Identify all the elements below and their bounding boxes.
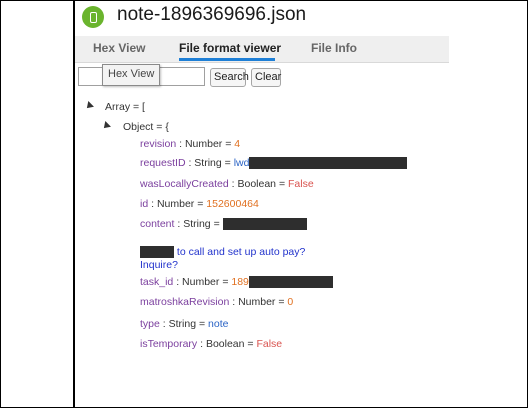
- tab-file-info[interactable]: File Info: [311, 41, 357, 55]
- field-type: type : String = note: [140, 318, 229, 330]
- content-line-1: to call and set up auto pay?: [140, 246, 305, 259]
- field-waslocallycreated: wasLocallyCreated : Boolean = False: [140, 178, 314, 190]
- field-content: content : String =: [140, 218, 307, 231]
- array-node: Array = [: [105, 101, 145, 113]
- redaction-block: [248, 276, 333, 289]
- search-button[interactable]: Search: [210, 68, 249, 87]
- window-title: note-1896369696.json: [117, 4, 307, 25]
- redaction-block: [222, 218, 307, 231]
- content-line-2: Inquire?: [140, 259, 178, 271]
- field-task-id: task_id : Number = 189: [140, 276, 333, 289]
- field-istemporary: isTemporary : Boolean = False: [140, 338, 283, 350]
- tab-file-format-viewer[interactable]: File format viewer: [179, 41, 281, 55]
- phone-icon: [82, 6, 104, 28]
- redaction-block: [140, 246, 174, 259]
- active-tab-indicator: [179, 58, 275, 61]
- object-node: Object = {: [123, 121, 169, 133]
- field-matroshkarevision: matroshkaRevision : Number = 0: [140, 296, 294, 308]
- tab-hex-view[interactable]: Hex View: [93, 41, 145, 55]
- field-requestid: requestID : String = lwd: [140, 157, 408, 170]
- redaction-block: [249, 157, 408, 170]
- field-id: id : Number = 152600464: [140, 198, 259, 210]
- tooltip: Hex View: [102, 64, 161, 86]
- field-revision: revision : Number = 4: [140, 138, 241, 150]
- clear-button[interactable]: Clear: [251, 68, 281, 87]
